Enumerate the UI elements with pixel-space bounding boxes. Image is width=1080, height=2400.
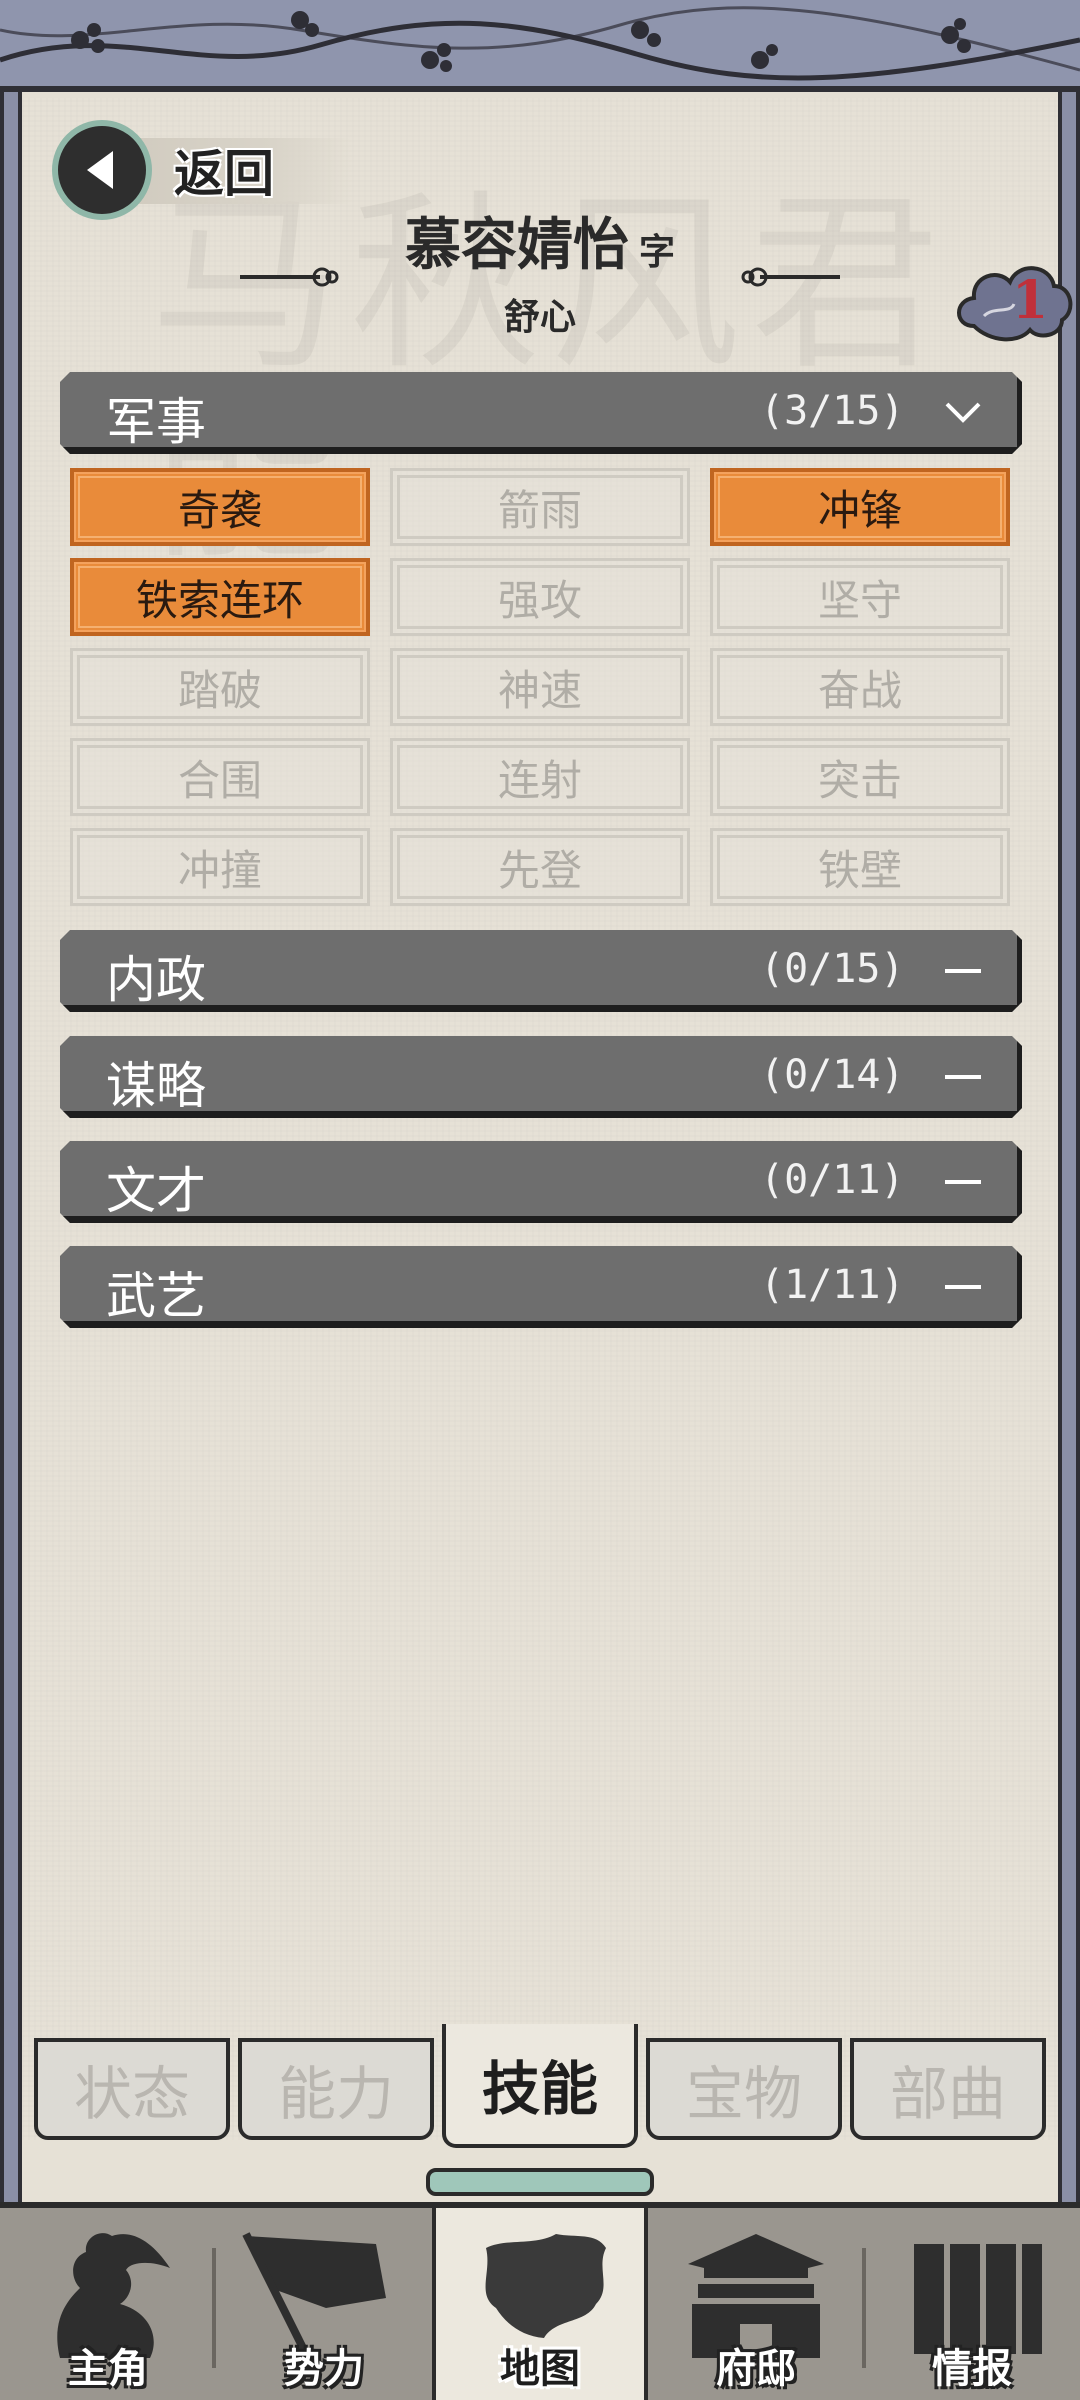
skill-chip[interactable]: 先登 <box>390 828 690 906</box>
skill-chip[interactable]: 坚守 <box>710 558 1010 636</box>
zi-label: 字 <box>638 231 675 273</box>
nav-mansion[interactable]: 府邸 <box>648 2208 864 2400</box>
badge-count: 1 <box>1012 270 1049 331</box>
category-header-military[interactable]: 军事 (3/15) <box>60 372 1022 454</box>
category-count: (0/15) <box>760 946 905 992</box>
right-frame <box>1058 92 1080 2202</box>
skill-chip[interactable]: 踏破 <box>70 648 370 726</box>
nav-map[interactable]: 地图 <box>432 2208 648 2400</box>
sub-tabs: 状态 能力 技能 宝物 部曲 <box>30 2024 1050 2148</box>
skill-chip[interactable]: 突击 <box>710 738 1010 816</box>
skill-chip[interactable]: 铁壁 <box>710 828 1010 906</box>
skill-chip[interactable]: 强攻 <box>390 558 690 636</box>
floral-pattern <box>0 6 1080 81</box>
left-frame <box>0 92 22 2202</box>
category-header-martial[interactable]: 武艺 (1/11) <box>60 1246 1022 1328</box>
nav-label: 地图 <box>500 2346 580 2392</box>
tab-ability[interactable]: 能力 <box>238 2038 434 2140</box>
nav-intel[interactable]: 情报 <box>864 2208 1080 2400</box>
nav-label: 主角 <box>68 2346 148 2392</box>
nav-protagonist[interactable]: 主角 <box>0 2208 216 2400</box>
category-count: (0/11) <box>760 1157 905 1203</box>
category-count: (0/14) <box>760 1052 905 1098</box>
collapse-dash-icon <box>940 948 986 994</box>
collapse-dash-icon <box>940 1264 986 1310</box>
courtesy-name: 舒心 <box>503 297 576 338</box>
nav-label: 情报 <box>932 2346 1012 2392</box>
category-title: 谋略 <box>106 1057 206 1115</box>
map-scroll-ornament <box>426 2168 654 2196</box>
character-name: 慕容婧怡 <box>404 212 629 278</box>
tab-status[interactable]: 状态 <box>34 2038 230 2140</box>
character-name-row: 慕容婧怡字 <box>0 200 1080 281</box>
skill-chip[interactable]: 奇袭 <box>70 468 370 546</box>
collapse-dash-icon <box>940 1159 986 1205</box>
skill-chip[interactable]: 神速 <box>390 648 690 726</box>
back-arrow-icon <box>52 120 152 220</box>
skill-chip[interactable]: 箭雨 <box>390 468 690 546</box>
tab-skills[interactable]: 技能 <box>442 2024 638 2148</box>
category-count: (1/11) <box>760 1262 905 1308</box>
skill-chip[interactable]: 冲撞 <box>70 828 370 906</box>
category-header-politics[interactable]: 内政 (0/15) <box>60 930 1022 1012</box>
back-label: 返回 <box>174 145 274 203</box>
nav-label: 势力 <box>284 2346 364 2392</box>
cloud-badge[interactable]: 1 <box>954 256 1074 348</box>
tab-troops[interactable]: 部曲 <box>850 2038 1046 2140</box>
top-decorative-band <box>0 0 1080 92</box>
skill-chip[interactable]: 冲锋 <box>710 468 1010 546</box>
category-title: 内政 <box>106 951 206 1009</box>
category-header-literary[interactable]: 文才 (0/11) <box>60 1141 1022 1223</box>
collapse-dash-icon <box>940 1054 986 1100</box>
nav-label: 府邸 <box>716 2346 796 2392</box>
category-title: 武艺 <box>106 1267 206 1325</box>
skill-chip[interactable]: 连射 <box>390 738 690 816</box>
tab-treasure[interactable]: 宝物 <box>646 2038 842 2140</box>
bottom-nav: 主角 势力 地图 府邸 情报 <box>0 2202 1080 2400</box>
category-title: 文才 <box>106 1162 206 1220</box>
category-header-strategy[interactable]: 谋略 (0/14) <box>60 1036 1022 1118</box>
skill-chip[interactable]: 奋战 <box>710 648 1010 726</box>
nav-faction[interactable]: 势力 <box>216 2208 432 2400</box>
category-title: 军事 <box>106 393 206 451</box>
chevron-down-icon <box>940 390 986 436</box>
category-count: (3/15) <box>760 388 905 434</box>
skill-chip[interactable]: 合围 <box>70 738 370 816</box>
skill-chip[interactable]: 铁索连环 <box>70 558 370 636</box>
